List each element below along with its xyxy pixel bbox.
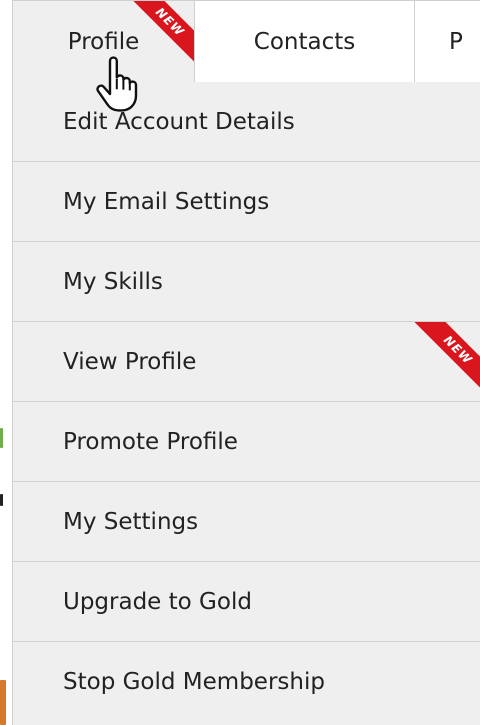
menu-item-label: View Profile xyxy=(63,348,197,375)
tab-label: Contacts xyxy=(253,28,356,55)
tab-label: Profile xyxy=(67,28,140,55)
menu-item-my-email-settings[interactable]: My Email Settings xyxy=(13,162,480,242)
menu-item-upgrade-to-gold[interactable]: Upgrade to Gold xyxy=(13,562,480,642)
tab-bar: Profile NEW Contacts P xyxy=(12,0,480,82)
background-strip xyxy=(0,0,12,725)
menu-item-promote-profile[interactable]: Promote Profile xyxy=(13,402,480,482)
menu-item-stop-gold-membership[interactable]: Stop Gold Membership xyxy=(13,642,480,722)
menu-item-label: Upgrade to Gold xyxy=(63,588,252,615)
menu-item-label: Promote Profile xyxy=(63,428,238,455)
menu-item-label: My Settings xyxy=(63,508,199,535)
tab-label: P xyxy=(449,28,463,55)
hand-pointer-icon xyxy=(96,56,138,112)
menu-item-label: My Email Settings xyxy=(63,188,270,215)
tab-partial[interactable]: P xyxy=(415,0,480,82)
menu-item-view-profile[interactable]: View Profile NEW xyxy=(13,322,480,402)
menu-item-label: Edit Account Details xyxy=(63,108,295,135)
menu-item-my-skills[interactable]: My Skills xyxy=(13,242,480,322)
profile-dropdown-menu: Edit Account Details My Email Settings M… xyxy=(12,82,480,725)
menu-item-my-settings[interactable]: My Settings xyxy=(13,482,480,562)
menu-item-label: Stop Gold Membership xyxy=(63,669,325,695)
menu-item-edit-account-details[interactable]: Edit Account Details xyxy=(13,82,480,162)
menu-item-label: My Skills xyxy=(63,268,163,295)
background-fragment xyxy=(0,494,3,506)
new-badge: NEW xyxy=(407,322,480,401)
background-fragment xyxy=(0,680,6,725)
tab-contacts[interactable]: Contacts xyxy=(195,0,415,82)
background-fragment xyxy=(0,428,3,448)
